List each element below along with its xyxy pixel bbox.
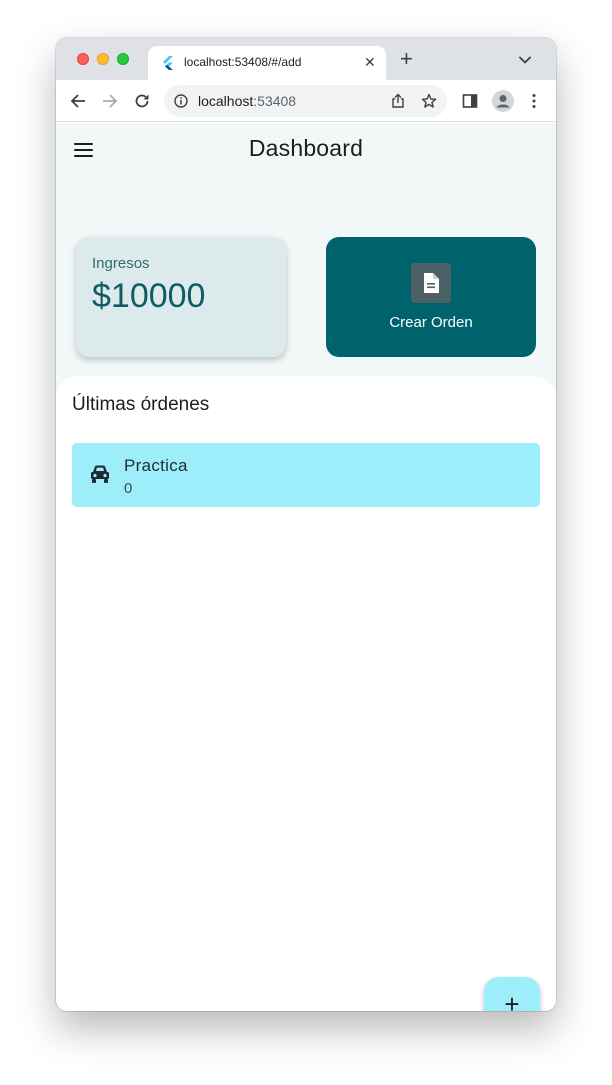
zoom-window-button[interactable]: [117, 53, 129, 65]
order-count: 0: [124, 480, 133, 497]
add-button[interactable]: +: [484, 977, 540, 1011]
ingresos-card: Ingresos $10000: [76, 237, 286, 357]
info-icon[interactable]: [174, 94, 188, 108]
ingresos-label: Ingresos: [92, 255, 150, 272]
browser-toolbar: localhost:53408: [56, 80, 556, 122]
order-name: Practica: [124, 456, 188, 475]
document-icon: [411, 263, 451, 303]
crear-orden-button[interactable]: Crear Orden: [326, 237, 536, 357]
tab-strip: localhost:53408/#/add ✕ +: [56, 38, 556, 80]
url-host: localhost: [198, 93, 254, 109]
car-icon: [91, 465, 109, 483]
tab-close-icon[interactable]: ✕: [364, 55, 376, 69]
ingresos-value: $10000: [92, 277, 206, 315]
browser-window: localhost:53408/#/add ✕ + localhost:5340…: [56, 38, 556, 1011]
chevron-down-icon[interactable]: [518, 53, 532, 67]
list-item[interactable]: Practica 0: [72, 443, 540, 507]
orders-panel: Últimas órdenes Practica 0 +: [56, 376, 556, 1011]
tab-title: localhost:53408/#/add: [184, 55, 302, 69]
forward-arrow-icon[interactable]: [101, 92, 119, 110]
minimize-window-button[interactable]: [97, 53, 109, 65]
app-page: Dashboard Ingresos $10000 Crear Orden Úl…: [56, 123, 556, 1011]
share-icon[interactable]: [390, 93, 406, 109]
close-window-button[interactable]: [77, 53, 89, 65]
address-bar[interactable]: localhost:53408: [164, 85, 447, 117]
bookmark-star-icon[interactable]: [421, 93, 437, 109]
reload-icon[interactable]: [133, 92, 151, 110]
flutter-icon: [163, 56, 173, 70]
back-arrow-icon[interactable]: [69, 92, 87, 110]
crear-orden-label: Crear Orden: [389, 314, 473, 331]
browser-tab[interactable]: localhost:53408/#/add ✕: [148, 46, 386, 80]
side-panel-icon[interactable]: [461, 92, 479, 110]
url-port: :53408: [253, 93, 297, 109]
more-vert-icon[interactable]: [525, 92, 543, 110]
page-title: Dashboard: [248, 135, 364, 161]
url-text: localhost:53408: [198, 93, 296, 109]
profile-avatar-icon[interactable]: [492, 90, 514, 112]
section-title: Últimas órdenes: [72, 394, 210, 415]
new-tab-button[interactable]: +: [400, 48, 413, 70]
plus-icon: +: [504, 989, 520, 1011]
